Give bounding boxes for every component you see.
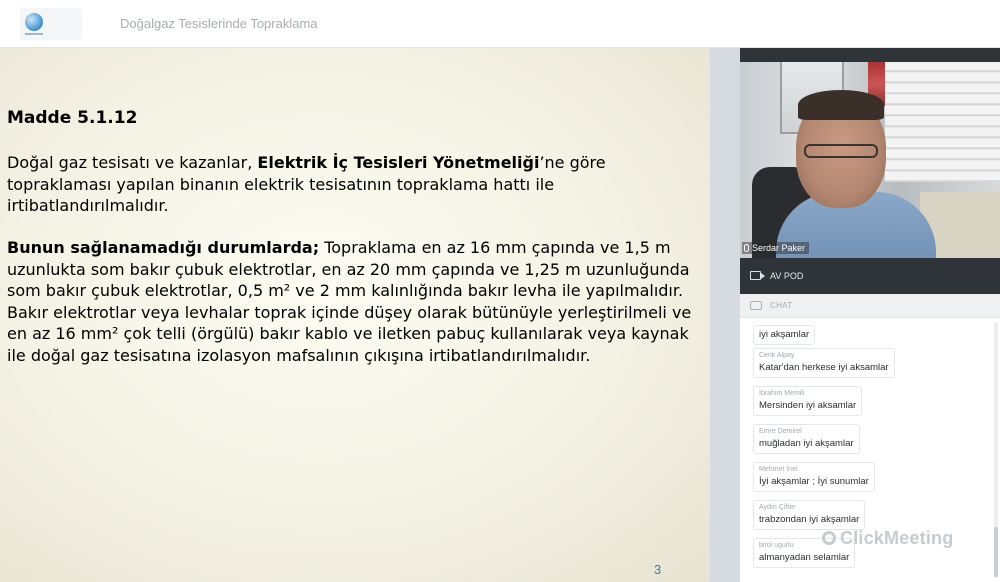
logo-globe-icon [25,13,43,31]
chat-icon [750,301,762,310]
slide-heading: Madde 5.1.12 [7,108,138,128]
av-pod-label: AV POD [770,271,804,281]
chat-scrollbar-thumb[interactable] [994,527,998,577]
panel-top-bar [740,48,1000,62]
chat-message: iyi akşamlar [753,325,816,345]
chat-header[interactable]: CHAT [740,294,1000,318]
presenter-name-label: Serdar Paker [742,242,810,254]
clickmeeting-logo-icon [822,531,836,545]
slide-page-number: 3 [654,562,662,577]
camera-icon [750,271,765,280]
chat-label: CHAT [770,301,793,310]
mic-icon [744,244,749,252]
top-bar: Doğalgaz Tesislerinde Topraklama [0,0,1000,48]
chat-scrollbar[interactable] [994,322,998,578]
clickmeeting-watermark: ClickMeeting [822,528,953,549]
presentation-title: Doğalgaz Tesislerinde Topraklama [120,16,318,31]
chat-message: İbrahim Memili Mersinden iyi aksamlar [753,386,863,416]
chat-message: Cenk Alpay Katar'dan herkese iyi aksamla… [753,348,895,378]
organization-logo [20,8,82,40]
side-panel: Serdar Paker AV POD CHAT iyi akşamlar Ce… [740,48,1000,582]
chat-message: Aydın Çifter trabzondan iyi akşamlar [753,500,866,530]
panel-divider [710,48,740,582]
slide-paragraph-2: Bunun sağlanamadığı durumlarda; Toprakla… [7,238,692,365]
presentation-slide: Madde 5.1.12 Doğal gaz tesisatı ve kazan… [0,48,710,582]
slide-paragraph-1: Doğal gaz tesisatı ve kazanlar, Elektrik… [7,153,606,215]
chat-message: Emre Demirel muğladan iyi akşamlar [753,424,860,454]
av-pod-header[interactable]: AV POD [740,258,1000,294]
presenter-video[interactable]: Serdar Paker [740,62,1000,258]
chat-message: Mehmet İnel İyi akşamlar ; İyi sunumlar [753,462,875,492]
